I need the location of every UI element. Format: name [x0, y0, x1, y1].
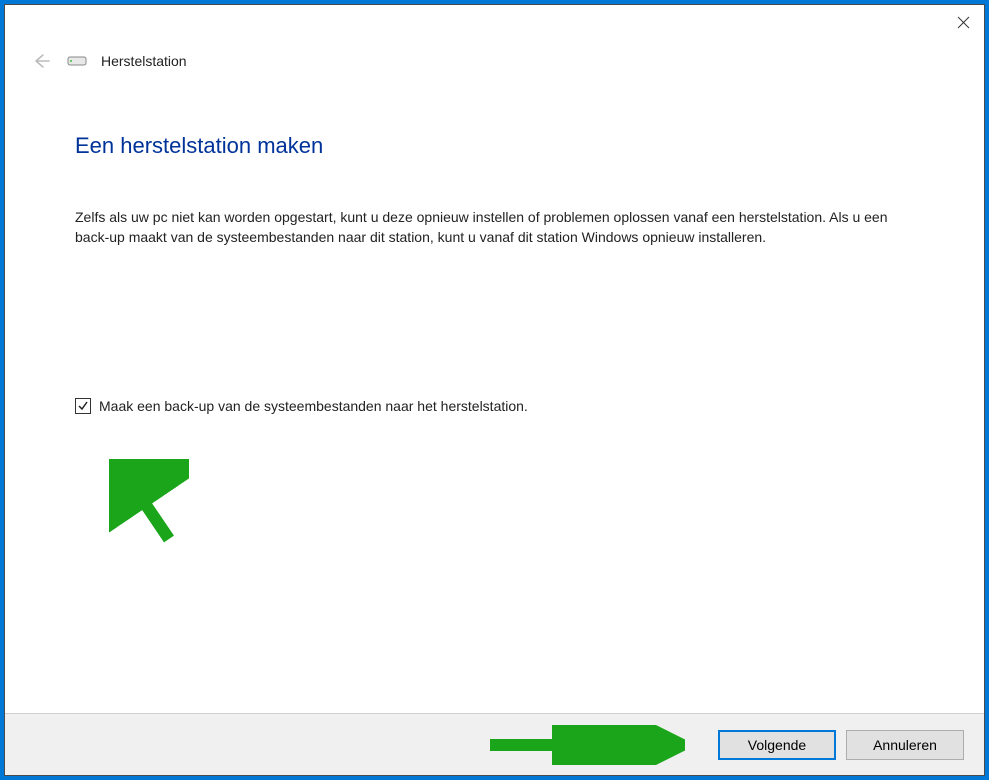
next-button[interactable]: Volgende — [718, 730, 836, 760]
backup-checkbox-row[interactable]: Maak een back-up van de systeembestanden… — [75, 398, 914, 414]
close-icon — [957, 16, 970, 29]
arrow-left-icon — [31, 51, 51, 71]
backup-checkbox-label[interactable]: Maak een back-up van de systeembestanden… — [99, 398, 528, 414]
wizard-window: Herstelstation Een herstelstation maken … — [4, 4, 985, 776]
page-heading: Een herstelstation maken — [75, 133, 914, 159]
close-button[interactable] — [954, 13, 972, 31]
content-area: Een herstelstation maken Zelfs als uw pc… — [5, 73, 984, 713]
back-button[interactable] — [29, 49, 53, 73]
page-description: Zelfs als uw pc niet kan worden opgestar… — [75, 207, 905, 248]
cancel-button[interactable]: Annuleren — [846, 730, 964, 760]
header-row: Herstelstation — [5, 41, 984, 73]
backup-checkbox[interactable] — [75, 398, 91, 414]
checkmark-icon — [77, 400, 89, 412]
button-bar: Volgende Annuleren — [5, 713, 984, 775]
titlebar — [5, 5, 984, 41]
window-title: Herstelstation — [101, 53, 187, 69]
drive-icon — [67, 54, 87, 68]
